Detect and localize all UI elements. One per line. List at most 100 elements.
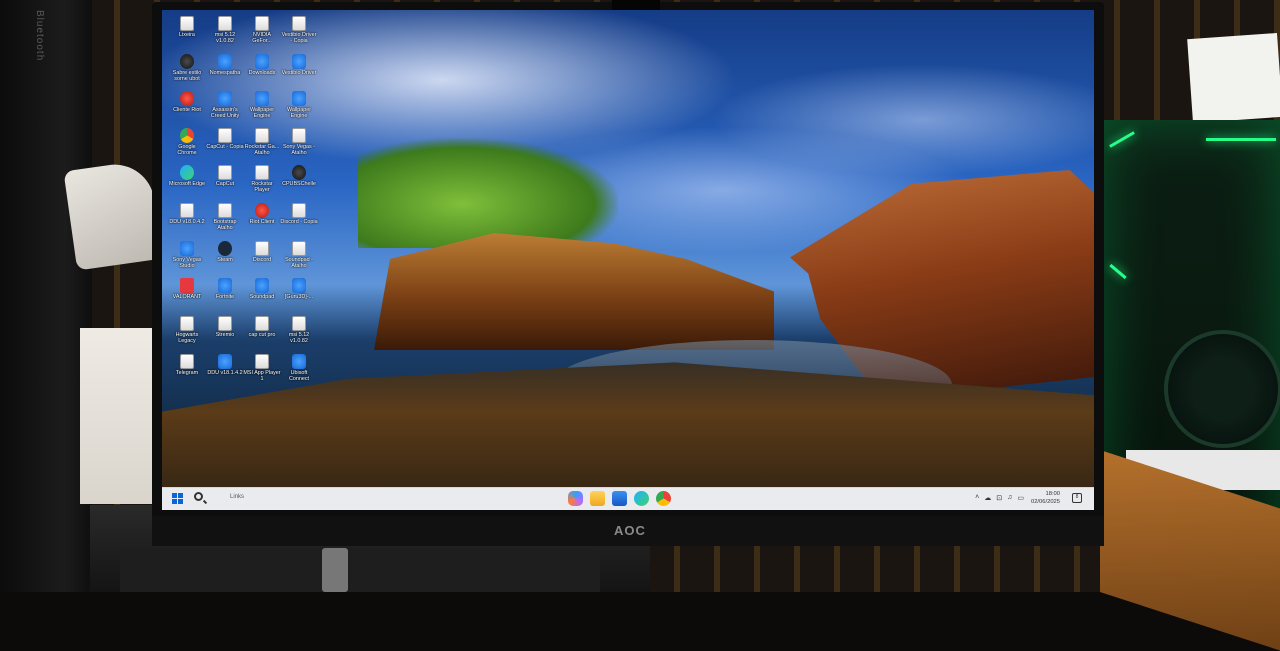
notification-icon[interactable]: 8 [1072,493,1082,503]
desktop-shortcut[interactable]: Sabre estilo sorne ubot [168,54,206,82]
desktop-shortcut-label: Google Chrome [177,144,197,156]
desktop-shortcut[interactable]: Rockstar Ga... Atalho [243,128,281,156]
desktop-shortcut-label: Rockstar Player [251,181,273,193]
desktop-shortcut[interactable]: msi 5.12 v1.0.82 [280,316,318,344]
desktop-shortcut[interactable]: Telegram [168,354,206,376]
desktop-shortcut[interactable]: MSI App Player 1 [243,354,281,382]
desktop-shortcut[interactable]: Assassin's Creed Unity [206,91,244,119]
desktop-shortcut[interactable]: DDU v18.0.4.2 [168,203,206,225]
desktop-shortcut[interactable]: CapCut - Copia [206,128,244,150]
speaker-icon[interactable]: ♫ [1007,494,1012,502]
desktop-shortcut-label: CPUBSChelle [282,181,316,187]
desktop-shortcut-label: Discord - Copia [280,219,318,225]
desktop-shortcut-label: Sony Vegas - Atalho [282,144,316,156]
desktop-shortcut-label: Wallpaper Engine [249,107,275,119]
chrome-icon[interactable] [656,491,671,506]
copilot-icon[interactable] [568,491,583,506]
desktop-shortcut-label: Lixeira [179,32,195,38]
desktop-shortcut[interactable]: msi 5.12 v1.0.82 [206,16,244,44]
desktop-shortcut[interactable]: [Guru3D]-... [280,278,318,300]
file-icon [218,203,232,218]
file-icon [255,16,269,31]
desktop-shortcut-label: VALORANT [172,294,202,300]
desktop-shortcut-label: CapCut - Copia [206,144,244,150]
desktop-shortcut-label: Vestibio Driver [281,70,317,76]
store-icon[interactable] [612,491,627,506]
desktop-shortcut-label: Riot Client [249,219,275,225]
file-icon [255,316,269,331]
desktop-shortcut[interactable]: Ubisoft Connect [280,354,318,382]
shortcut-icon [218,354,232,369]
desktop-shortcut[interactable]: Microsoft Edge [168,165,206,187]
system-tray: ˄ ☁ ⊡ ♫ ▭ [975,494,1024,502]
desktop-shortcut-label: Stremio [215,332,235,338]
desktop-shortcut-label: Fortnite [215,294,235,300]
app-icon [180,54,194,69]
desktop-screen[interactable]: Lixeira msi 5.12 v1.0.82 NVIDIA GeFor... Ve… [162,10,1094,510]
desktop-shortcut[interactable]: Sony Vegas Studio [168,241,206,269]
desktop-shortcut-label: Wallpaper Engine [286,107,312,119]
desktop-shortcut[interactable]: Cliente Riot [168,91,206,113]
desktop-shortcut[interactable]: Riot Client [243,203,281,225]
desktop-shortcut[interactable]: Vestibio Driver [280,54,318,76]
desktop-shortcut-label: Sabre estilo sorne ubot [172,70,202,82]
desktop-shortcut[interactable]: Google Chrome [168,128,206,156]
shortcut-icon [255,278,269,293]
speaker-brand: Bluetooth [34,10,45,62]
battery-icon[interactable]: ▭ [1017,494,1024,502]
desktop-shortcut[interactable]: Hogwarts Legacy [168,316,206,344]
file-icon [255,354,269,369]
monitor: AOC Lixeira msi 5.12 v1.0.82 NVIDIA GeFor.… [152,0,1104,546]
file-icon [292,128,306,143]
desktop-shortcut[interactable]: Soundpad [243,278,281,300]
desktop-shortcut-label: Sony Vegas Studio [172,257,202,269]
desktop-shortcut[interactable]: Sony Vegas - Atalho [280,128,318,156]
desktop-shortcut[interactable]: Nomespatha [206,54,244,76]
speaker: Bluetooth [0,0,92,592]
desktop-shortcut[interactable]: Stremio [206,316,244,338]
taskbar: Links ˄ ☁ ⊡ ♫ ▭ 18:00 02/06/2025 8 [162,487,1094,510]
shortcut-icon [292,54,306,69]
desktop-shortcut-label: Telegram [175,370,199,376]
paper-sheet [1187,32,1280,124]
shortcut-icon [218,278,232,293]
edge-icon [180,165,194,180]
network-icon[interactable]: ⊡ [996,494,1002,502]
desktop-shortcut-label: Cliente Riot [173,107,201,113]
file-icon [292,16,306,31]
desktop-shortcut[interactable]: NVIDIA GeFor... [243,16,281,44]
desktop-shortcut[interactable]: Downloads [243,54,281,76]
taskbar-clock[interactable]: 18:00 02/06/2025 [1031,490,1060,506]
desktop-shortcut[interactable]: Vestibio Driver - Copia [280,16,318,44]
desktop-shortcut[interactable]: Bootstrap Atalho [206,203,244,231]
desktop-shortcut-label: Microsoft Edge [169,181,205,187]
desktop-shortcut[interactable]: Lixeira [168,16,206,38]
edge-icon[interactable] [634,491,649,506]
desktop-shortcut[interactable]: CPUBSChelle [280,165,318,187]
desktop-shortcut[interactable]: Wallpaper Engine [280,91,318,119]
desktop-shortcut[interactable]: cap cut pro [243,316,281,338]
chevron-up-icon[interactable]: ˄ [975,494,979,502]
desktop-shortcut[interactable]: CapCut [206,165,244,187]
desktop-shortcut[interactable]: Discord - Copia [280,203,318,225]
desktop-shortcut[interactable]: VALORANT [168,278,206,300]
valorant-icon [180,278,194,293]
desktop-shortcut[interactable]: Soundpad - Atalho [280,241,318,269]
file-icon [218,165,232,180]
taskbar-search[interactable]: Links [230,494,244,500]
led-strip [1109,131,1135,148]
desktop-shortcut[interactable]: Fortnite [206,278,244,300]
start-icon[interactable] [172,493,183,504]
shortcut-icon [292,354,306,369]
desktop-shortcut[interactable]: Rockstar Player [243,165,281,193]
desktop-shortcut[interactable]: DDU v18.1.4.2 [206,354,244,376]
file-explorer-icon[interactable] [590,491,605,506]
cloud-icon[interactable]: ☁ [984,494,991,502]
desktop-shortcut[interactable]: Discord [243,241,281,263]
file-icon [180,316,194,331]
desktop-shortcut-label: Assassin's Creed Unity [210,107,240,119]
desktop-shortcut[interactable]: Steam [206,241,244,263]
desktop-shortcut[interactable]: Wallpaper Engine [243,91,281,119]
search-icon[interactable] [194,492,203,501]
shortcut-icon [292,278,306,293]
